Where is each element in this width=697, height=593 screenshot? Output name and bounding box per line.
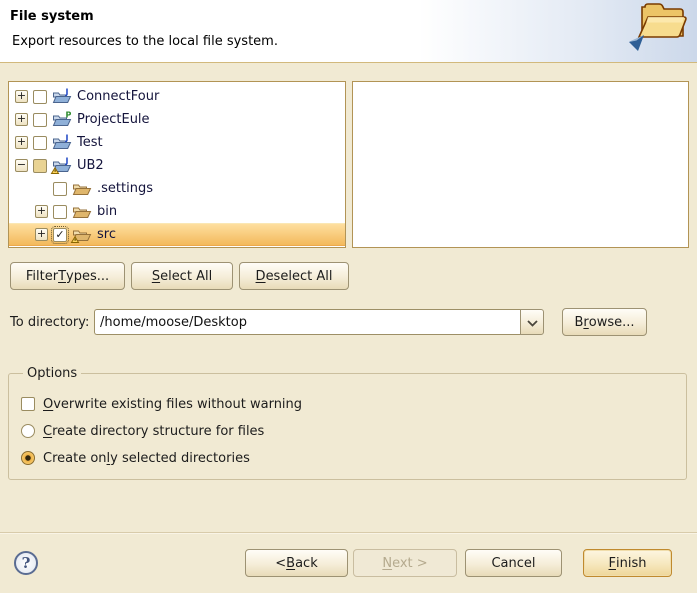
deselect-all-button[interactable]: Deselect All <box>239 262 349 290</box>
tree-row-settings[interactable]: .settings <box>9 177 345 200</box>
options-group: Options Overwrite existing files without… <box>8 366 687 480</box>
page-subtitle: Export resources to the local file syste… <box>12 34 278 49</box>
expand-toggle[interactable]: + <box>15 113 28 126</box>
tree-item-label[interactable]: ConnectFour <box>77 89 159 104</box>
java-project-icon: J <box>52 135 72 151</box>
option-directory-structure[interactable]: Create directory structure for files <box>21 423 674 439</box>
tree-item-label[interactable]: UB2 <box>77 158 104 173</box>
expand-toggle[interactable]: + <box>35 205 48 218</box>
footer-bar: ? < Back Next > Cancel Finish <box>14 549 672 577</box>
java-project-icon: J <box>52 89 72 105</box>
java-project-warning-icon: J <box>52 158 72 174</box>
next-button[interactable]: Next > <box>353 549 457 577</box>
tree-item-label[interactable]: src <box>97 227 116 242</box>
selection-button-row: Filter Types... Select All Deselect All <box>10 262 349 290</box>
tree-checkbox-test[interactable] <box>33 136 47 150</box>
destination-row: To directory: Browse... <box>10 308 647 336</box>
tree-item-label[interactable]: .settings <box>97 181 153 196</box>
tree-row-bin[interactable]: + bin <box>9 200 345 223</box>
svg-text:J: J <box>65 87 69 96</box>
expand-toggle[interactable]: + <box>15 136 28 149</box>
tree-item-label[interactable]: Test <box>77 135 103 150</box>
svg-text:J: J <box>65 156 69 165</box>
combo-dropdown-button[interactable] <box>520 309 544 335</box>
project-icon: P <box>52 112 72 128</box>
to-directory-label: To directory: <box>10 315 94 330</box>
selected-directories-label[interactable]: Create only selected directories <box>43 451 250 466</box>
folder-icon <box>72 204 92 220</box>
resource-tree[interactable]: + J ConnectFour + P ProjectEule + J Test… <box>8 81 346 248</box>
resource-file-list[interactable] <box>352 81 689 248</box>
page-title: File system <box>10 9 94 24</box>
tree-row-connectfour[interactable]: + J ConnectFour <box>9 85 345 108</box>
svg-text:P: P <box>66 110 72 119</box>
tree-checkbox-src[interactable]: ✓ <box>53 228 67 242</box>
collapse-toggle[interactable]: − <box>15 159 28 172</box>
overwrite-checkbox[interactable] <box>21 397 35 411</box>
help-button[interactable]: ? <box>14 551 38 575</box>
back-button[interactable]: < Back <box>245 549 348 577</box>
cancel-button[interactable]: Cancel <box>465 549 562 577</box>
directory-input[interactable] <box>94 309 520 335</box>
tree-checkbox-projecteule[interactable] <box>33 113 47 127</box>
tree-item-label[interactable]: ProjectEule <box>77 112 150 127</box>
option-overwrite[interactable]: Overwrite existing files without warning <box>21 396 674 412</box>
overwrite-label[interactable]: Overwrite existing files without warning <box>43 397 302 412</box>
wizard-header: File system Export resources to the loca… <box>0 0 697 63</box>
tree-row-projecteule[interactable]: + P ProjectEule <box>9 108 345 131</box>
option-selected-directories[interactable]: Create only selected directories <box>21 450 674 466</box>
tree-checkbox-settings[interactable] <box>53 182 67 196</box>
svg-text:J: J <box>65 133 69 142</box>
tree-row-src[interactable]: + ✓ src <box>9 223 345 246</box>
directory-combo <box>94 309 544 335</box>
tree-checkbox-connectfour[interactable] <box>33 90 47 104</box>
tree-row-ub2[interactable]: − J UB2 <box>9 154 345 177</box>
options-legend: Options <box>23 366 81 381</box>
wizard-navigation-buttons: < Back Next > Cancel Finish <box>245 549 672 577</box>
export-wizard-dialog: File system Export resources to the loca… <box>0 0 697 593</box>
footer-separator <box>0 532 697 534</box>
tree-item-label[interactable]: bin <box>97 204 117 219</box>
export-folder-icon <box>627 2 689 58</box>
tree-checkbox-bin[interactable] <box>53 205 67 219</box>
expand-toggle[interactable]: + <box>15 90 28 103</box>
question-mark-icon: ? <box>22 554 31 572</box>
tree-checkbox-ub2[interactable] <box>33 159 47 173</box>
directory-structure-label[interactable]: Create directory structure for files <box>43 424 264 439</box>
filter-types-button[interactable]: Filter Types... <box>10 262 125 290</box>
tree-row-test[interactable]: + J Test <box>9 131 345 154</box>
folder-warning-icon <box>72 227 92 243</box>
expand-toggle[interactable]: + <box>35 228 48 241</box>
folder-icon <box>72 181 92 197</box>
finish-button[interactable]: Finish <box>583 549 672 577</box>
browse-button[interactable]: Browse... <box>562 308 647 336</box>
directory-structure-radio[interactable] <box>21 424 35 438</box>
select-all-button[interactable]: Select All <box>131 262 233 290</box>
chevron-down-icon <box>527 315 538 330</box>
selected-directories-radio[interactable] <box>21 451 35 465</box>
